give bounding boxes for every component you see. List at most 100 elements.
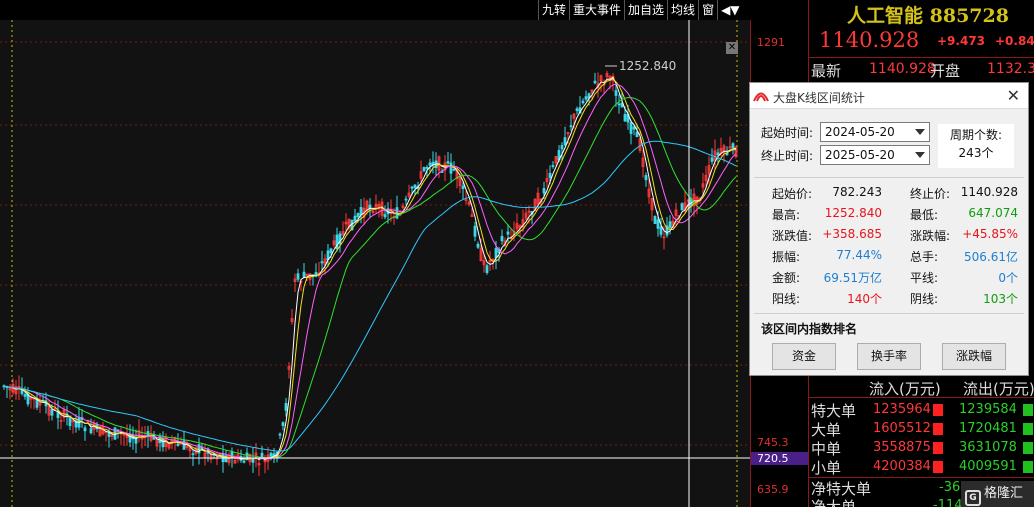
app-logo-icon bbox=[753, 92, 769, 102]
stats-row: 起始价: 782.243 终止价: 1140.928 bbox=[750, 185, 1028, 206]
stats-value: 1252.840 bbox=[824, 206, 882, 220]
candle-body bbox=[473, 225, 477, 237]
candle-body bbox=[644, 175, 648, 181]
stats-value: 647.074 bbox=[968, 206, 1018, 220]
start-time-select[interactable]: 2024-05-20 bbox=[820, 122, 930, 142]
chevron-down-icon bbox=[915, 129, 925, 135]
toolbar-item-jiuzhuan[interactable]: 九转 bbox=[538, 0, 569, 20]
candle-body bbox=[614, 90, 618, 96]
stats-label: 总手: bbox=[910, 250, 939, 264]
stats-value: +358.685 bbox=[822, 227, 882, 241]
stats-label: 最高: bbox=[772, 208, 801, 222]
candle-body bbox=[668, 221, 672, 229]
end-time-label: 终止时间: bbox=[761, 149, 814, 163]
moving-average-line bbox=[3, 76, 737, 461]
rank-by-change-button[interactable]: 涨跌幅 bbox=[942, 343, 1006, 370]
flow-header-out: 流出(万元) bbox=[963, 380, 1034, 398]
candle-body bbox=[542, 188, 546, 194]
outflow-bar bbox=[1023, 423, 1033, 435]
candle-body bbox=[560, 145, 564, 150]
candle-body bbox=[176, 443, 180, 446]
kline-chart[interactable]: 1252.840 bbox=[0, 20, 750, 507]
watermark-logo: G 格隆汇 bbox=[961, 481, 1034, 507]
candle-body bbox=[584, 96, 588, 100]
rank-by-funds-button[interactable]: 资金 bbox=[772, 343, 836, 370]
flow-row: 特大单 1235964 1239584 bbox=[809, 400, 1034, 420]
toolbar-menu-arrow-icon[interactable]: ◀▼ bbox=[717, 0, 742, 20]
toolbar-item-add-watchlist[interactable]: 加自选 bbox=[624, 0, 667, 20]
open-label: 开盘 bbox=[930, 62, 961, 80]
net-row-label: 净大单 bbox=[811, 498, 857, 507]
peak-label: 1252.840 bbox=[619, 59, 676, 73]
inflow-bar bbox=[933, 423, 943, 435]
candle-body bbox=[242, 460, 246, 463]
start-time-value: 2024-05-20 bbox=[825, 125, 895, 139]
candle-body bbox=[302, 271, 306, 278]
candle-body bbox=[89, 428, 93, 434]
chevron-down-icon bbox=[915, 152, 925, 158]
candle-body bbox=[284, 402, 288, 411]
stats-value: 0个 bbox=[998, 271, 1018, 285]
rank-section-title: 该区间内指数排名 bbox=[761, 322, 858, 336]
candle-body bbox=[500, 235, 504, 242]
toolbar-item-major-events[interactable]: 重大事件 bbox=[569, 0, 624, 20]
stats-value: 69.51万亿 bbox=[823, 271, 882, 285]
flow-header-in: 流入(万元) bbox=[869, 380, 941, 398]
flow-row-outflow: 1239584 bbox=[959, 402, 1017, 417]
logo-text: 格隆汇 bbox=[984, 486, 1024, 501]
kline-svg[interactable]: 1252.840 bbox=[0, 20, 750, 507]
candle-body bbox=[269, 452, 273, 457]
dialog-close-button[interactable]: ✕ bbox=[1007, 86, 1020, 105]
last-price: 1140.928 bbox=[819, 28, 920, 52]
chart-close-button[interactable]: ✕ bbox=[726, 42, 738, 54]
inflow-bar bbox=[933, 442, 943, 454]
rank-by-turnover-button[interactable]: 换手率 bbox=[857, 343, 921, 370]
divider bbox=[754, 313, 1024, 314]
divider bbox=[809, 397, 1034, 398]
candle-body bbox=[446, 161, 450, 164]
candle-body bbox=[569, 125, 573, 128]
candle-body bbox=[50, 409, 54, 416]
stats-value: 103个 bbox=[983, 292, 1018, 306]
outflow-bar bbox=[1023, 404, 1033, 416]
flow-row-outflow: 1720481 bbox=[959, 421, 1017, 436]
price-axis-label-top: 1291 bbox=[757, 36, 785, 49]
divider bbox=[754, 177, 1024, 178]
flow-row-outflow: 3631078 bbox=[959, 440, 1017, 455]
candle-body bbox=[425, 167, 429, 169]
flow-row-inflow: 1235964 bbox=[873, 402, 931, 417]
stock-code: 885728 bbox=[929, 5, 1009, 27]
moving-average-line bbox=[3, 78, 737, 460]
end-time-value: 2025-05-20 bbox=[825, 148, 895, 162]
dialog-titlebar[interactable]: 大盘K线区间统计 ✕ bbox=[750, 83, 1028, 109]
candle-body bbox=[83, 427, 87, 432]
toolbar-item-moving-average[interactable]: 均线 bbox=[667, 0, 698, 20]
candle-body bbox=[476, 243, 480, 248]
stats-value: 506.61亿 bbox=[964, 250, 1018, 264]
flow-row-outflow: 4009591 bbox=[959, 459, 1017, 474]
stats-label: 金额: bbox=[772, 271, 801, 285]
period-count-box: 周期个数: 243个 bbox=[938, 124, 1014, 168]
candle-body bbox=[581, 100, 585, 104]
stats-label: 平线: bbox=[910, 271, 939, 285]
outflow-bar bbox=[1023, 461, 1033, 473]
last-label: 最新 bbox=[811, 62, 842, 80]
dialog-title: 大盘K线区间统计 bbox=[773, 91, 865, 105]
stats-label: 阳线: bbox=[772, 292, 801, 306]
stock-title: 人工智能 885728 bbox=[847, 1, 1009, 28]
candle-body bbox=[413, 184, 417, 189]
candle-body bbox=[359, 207, 363, 216]
end-time-select[interactable]: 2025-05-20 bbox=[820, 145, 930, 165]
candle-body bbox=[383, 214, 387, 218]
outflow-bar bbox=[1023, 442, 1033, 454]
candle-body bbox=[635, 131, 639, 138]
candle-body bbox=[623, 114, 627, 122]
range-stats-dialog: 大盘K线区间统计 ✕ 起始时间: 2024-05-20 终止时间: 2025-0… bbox=[749, 82, 1029, 376]
candle-body bbox=[653, 216, 657, 224]
period-count-label: 周期个数: bbox=[949, 128, 1003, 142]
candle-body bbox=[551, 165, 555, 167]
candle-body bbox=[422, 167, 426, 172]
toolbar-item-window[interactable]: 窗 bbox=[698, 0, 717, 20]
flow-row-label: 中单 bbox=[811, 440, 842, 458]
candle-body bbox=[329, 248, 333, 254]
